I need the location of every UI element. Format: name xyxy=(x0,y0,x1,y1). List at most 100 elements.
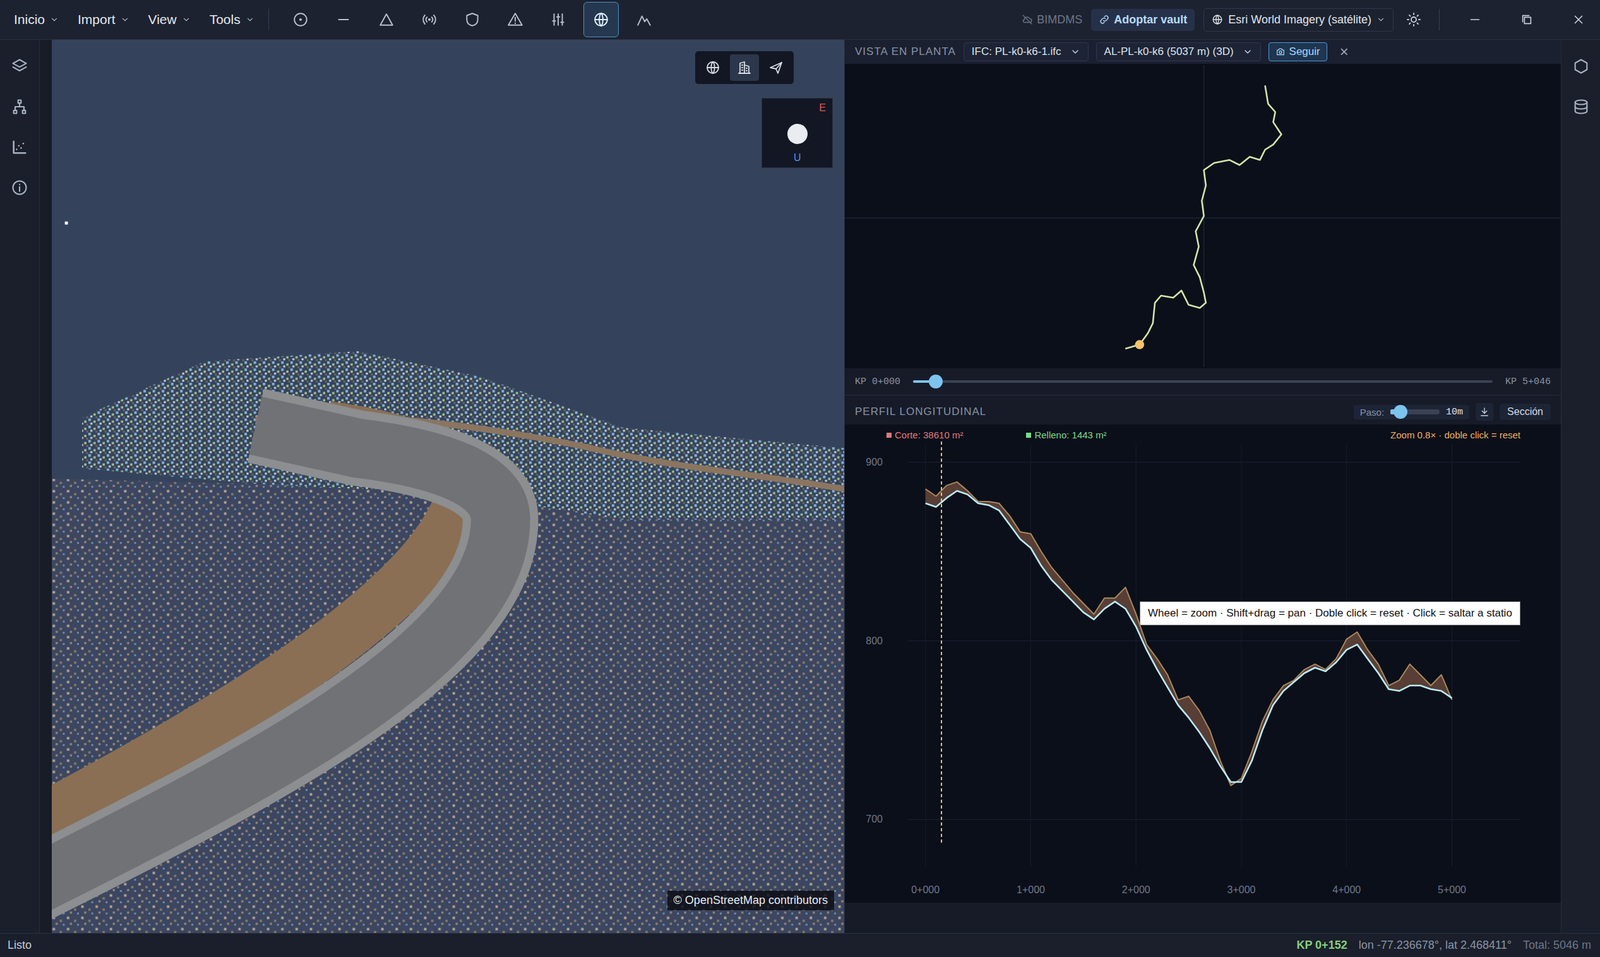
plan-map xyxy=(844,63,1561,369)
window-control-button[interactable] xyxy=(1557,0,1600,40)
download-button[interactable] xyxy=(1475,402,1494,421)
station-cursor[interactable] xyxy=(940,441,943,843)
cloudoff-icon xyxy=(1021,13,1033,26)
sidebar-button[interactable] xyxy=(5,173,34,202)
camera-icon xyxy=(1275,46,1286,57)
plan-view[interactable] xyxy=(844,63,1561,369)
toolbar-button[interactable] xyxy=(626,1,662,38)
menu-item[interactable]: Tools xyxy=(209,11,255,28)
section-button[interactable]: Sección xyxy=(1499,403,1551,420)
alignment-select[interactable]: AL-PL-k0-k6 (5037 m) (3D) xyxy=(1096,42,1261,62)
step-reading: 10m xyxy=(1445,406,1463,418)
download-icon xyxy=(1478,405,1491,418)
profile-footer xyxy=(844,902,1561,933)
toolbar-button[interactable] xyxy=(540,1,576,38)
grade-line xyxy=(925,490,1453,782)
plan-title: VISTA EN PLANTA xyxy=(854,45,956,59)
toolbar-separator xyxy=(268,8,269,31)
alignment-panel: VISTA EN PLANTA IFC: PL-k0-k6-1.ifc AL-PL-… xyxy=(844,39,1561,933)
orientation-gizmo[interactable]: EU xyxy=(761,97,833,168)
mountain-icon xyxy=(635,11,653,28)
sidebar-button[interactable] xyxy=(5,133,34,162)
view-mode-button[interactable] xyxy=(698,54,728,81)
sidebar-button[interactable] xyxy=(1567,92,1595,121)
view-mode-button[interactable] xyxy=(729,54,759,81)
model-select[interactable]: IFC: PL-k0-k6-1.ifc xyxy=(963,42,1089,62)
step-slider[interactable] xyxy=(1390,409,1440,415)
menu-item[interactable]: Inicio xyxy=(13,11,59,28)
profile-plot: 9008007000+0001+0002+0003+0004+0005+000 xyxy=(844,424,1562,903)
kp-slider[interactable] xyxy=(913,380,1493,383)
sun-icon xyxy=(1406,11,1422,28)
app-window: Inicio Import View Tools BIMDMS Adoptar vault… xyxy=(0,0,1600,957)
close-icon xyxy=(1571,12,1586,27)
shield-icon xyxy=(464,11,481,28)
profile-chart[interactable]: 9008007000+0001+0002+0003+0004+0005+000C… xyxy=(844,424,1561,903)
toolbar-button[interactable] xyxy=(368,1,405,38)
follow-button[interactable]: Seguir xyxy=(1268,42,1328,62)
y-axis-tick: 800 xyxy=(865,635,883,646)
layers-icon xyxy=(10,57,29,76)
chart-icon xyxy=(10,138,29,156)
triangle-icon xyxy=(378,11,395,28)
warning-icon xyxy=(507,11,524,28)
map-attribution: © OpenStreetMap contributors xyxy=(667,890,835,910)
menu-item[interactable]: View xyxy=(148,11,191,28)
status-kp: KP 0+152 xyxy=(1296,938,1347,952)
chevron-icon xyxy=(1242,46,1253,57)
point-icon xyxy=(292,11,309,28)
sidebar-button[interactable] xyxy=(5,92,34,121)
y-axis-tick: 900 xyxy=(865,456,883,468)
minimize-icon xyxy=(1468,12,1482,27)
cube-icon xyxy=(1572,57,1590,76)
chart-legend: Corte: 38610 m² Relleno: 1443 m² xyxy=(886,429,1107,441)
close-panel-button[interactable]: × xyxy=(1334,42,1354,61)
profile-title: PERFIL LONGITUDINAL xyxy=(854,405,987,418)
basemap-dropdown[interactable]: Esri World Imagery (satélite) xyxy=(1203,8,1394,32)
tree-icon xyxy=(10,97,29,116)
adopt-vault-button[interactable]: Adoptar vault xyxy=(1091,8,1195,31)
sidebar-button[interactable] xyxy=(5,52,34,81)
chevron-icon xyxy=(49,15,59,24)
chevron-icon xyxy=(245,15,255,24)
toolbar-button[interactable] xyxy=(282,1,319,38)
step-control: Paso: 10m xyxy=(1353,404,1470,420)
toolbar-button[interactable] xyxy=(583,1,619,38)
step-label: Paso: xyxy=(1360,406,1385,418)
kp-slider-row: KP 0+000KP 5+046 xyxy=(844,368,1561,396)
bimdms-status[interactable]: BIMDMS xyxy=(1021,13,1083,27)
kp-slider-thumb[interactable] xyxy=(928,374,943,389)
chevron-icon xyxy=(181,15,191,24)
toolbar-button[interactable] xyxy=(454,1,490,38)
legend-item: Corte: 38610 m² xyxy=(886,429,963,441)
toolbar-button[interactable] xyxy=(497,1,533,38)
workspace: EU © OpenStreetMap contributors VISTA EN P… xyxy=(0,39,1600,933)
view-mode-button[interactable] xyxy=(761,54,791,81)
sidebar-button[interactable] xyxy=(1567,52,1595,81)
plan-header: VISTA EN PLANTA IFC: PL-k0-k6-1.ifc AL-PL-… xyxy=(844,39,1561,64)
toolbar-button[interactable] xyxy=(411,1,448,38)
maximize-icon xyxy=(1519,12,1534,27)
gizmo-up-label: U xyxy=(793,152,802,164)
top-right-controls: BIMDMS Adoptar vault Esri World Imagery (s… xyxy=(1021,0,1600,40)
line-icon xyxy=(335,11,352,28)
theme-toggle[interactable] xyxy=(1402,8,1426,31)
3d-viewport[interactable]: EU © OpenStreetMap contributors xyxy=(51,39,845,933)
legend-item: Relleno: 1443 m² xyxy=(1026,429,1107,441)
toolbar-button[interactable] xyxy=(325,1,362,38)
menu-item[interactable]: Import xyxy=(77,11,130,28)
plane-icon xyxy=(768,59,784,76)
terrain-line xyxy=(925,481,1453,786)
top-bar: Inicio Import View Tools BIMDMS Adoptar vault… xyxy=(0,0,1600,40)
window-control-button[interactable] xyxy=(1453,0,1497,40)
sliders-icon xyxy=(549,11,567,28)
profile-header: PERFIL LONGITUDINAL Paso: 10m Sección xyxy=(844,399,1561,425)
window-control-button[interactable] xyxy=(1505,0,1549,40)
left-sidebar xyxy=(0,39,40,933)
y-axis-tick: 700 xyxy=(865,813,883,824)
globe-icon xyxy=(592,11,610,28)
menu-bar: Inicio Import View Tools xyxy=(13,11,255,28)
right-sidebar xyxy=(1560,39,1600,933)
step-slider-thumb[interactable] xyxy=(1393,404,1408,419)
info-icon xyxy=(10,178,29,197)
